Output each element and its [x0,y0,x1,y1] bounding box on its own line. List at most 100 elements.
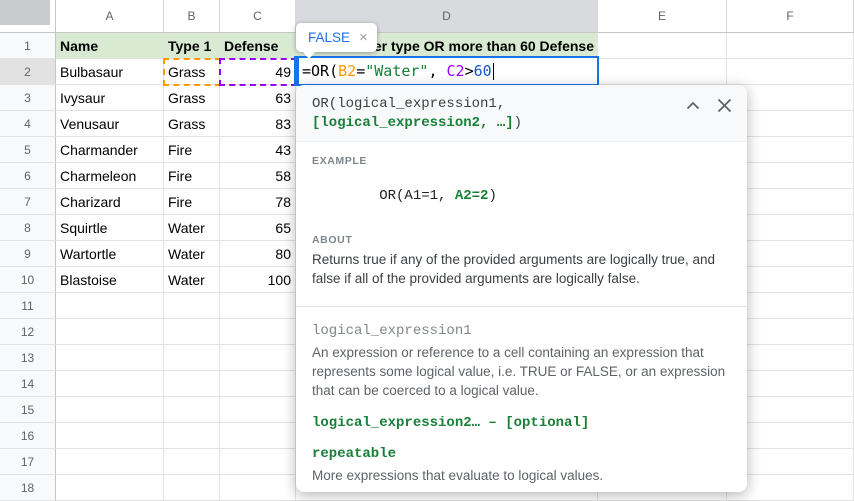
cell-A10[interactable]: Blastoise [56,267,164,293]
row-header-17[interactable]: 17 [0,449,56,475]
cell-A7[interactable]: Charizard [56,189,164,215]
row-header-7[interactable]: 7 [0,189,56,215]
select-all-corner[interactable] [0,0,56,33]
cell-C15[interactable] [220,397,296,423]
cell-A9[interactable]: Wartortle [56,241,164,267]
cell-C17[interactable] [220,449,296,475]
cell-B3[interactable]: Grass [164,85,220,111]
row-header-11[interactable]: 11 [0,293,56,319]
cell-B15[interactable] [164,397,220,423]
cell-C11[interactable] [220,293,296,319]
cell-F2[interactable] [727,59,854,85]
column-header-F[interactable]: F [727,0,854,33]
cell-A14[interactable] [56,371,164,397]
chevron-up-icon[interactable] [686,101,700,110]
cell-C13[interactable] [220,345,296,371]
cell-A13[interactable] [56,345,164,371]
cell-B11[interactable] [164,293,220,319]
formula-token-6: > [465,62,474,80]
cell-C8[interactable]: 65 [220,215,296,241]
cell-B13[interactable] [164,345,220,371]
cell-B1[interactable]: Type 1 [164,33,220,59]
cell-C10[interactable]: 100 [220,267,296,293]
cell-C14[interactable] [220,371,296,397]
row-header-4[interactable]: 4 [0,111,56,137]
signature-optional: [logical_expression2, …] [312,115,514,131]
cell-A4[interactable]: Venusaur [56,111,164,137]
column-header-E[interactable]: E [598,0,727,33]
cell-C3[interactable]: 63 [220,85,296,111]
cell-B7[interactable]: Fire [164,189,220,215]
column-header-B[interactable]: B [164,0,220,33]
cell-A12[interactable] [56,319,164,345]
row-header-10[interactable]: 10 [0,267,56,293]
close-icon[interactable] [717,98,732,113]
cell-A5[interactable]: Charmander [56,137,164,163]
cell-C6[interactable]: 58 [220,163,296,189]
formula-text: =OR(B2="Water", C2>60 [302,62,492,80]
cell-C9[interactable]: 80 [220,241,296,267]
cell-C5[interactable]: 43 [220,137,296,163]
cell-C16[interactable] [220,423,296,449]
cell-F1[interactable] [727,33,854,59]
row-header-3[interactable]: 3 [0,85,56,111]
cell-A18[interactable] [56,475,164,501]
about-label: ABOUT [312,234,731,246]
cell-A2[interactable]: Bulbasaur [56,59,164,85]
cell-A8[interactable]: Squirtle [56,215,164,241]
cell-A17[interactable] [56,449,164,475]
row-header-13[interactable]: 13 [0,345,56,371]
cell-B8[interactable]: Water [164,215,220,241]
row-header-16[interactable]: 16 [0,423,56,449]
cell-A11[interactable] [56,293,164,319]
result-value: FALSE [308,30,350,45]
cell-B4[interactable]: Grass [164,111,220,137]
cell-B12[interactable] [164,319,220,345]
cell-A15[interactable] [56,397,164,423]
cell-C12[interactable] [220,319,296,345]
example-suffix: ) [488,188,496,204]
row-header-5[interactable]: 5 [0,137,56,163]
cell-C4[interactable]: 83 [220,111,296,137]
column-header-A[interactable]: A [56,0,164,33]
parameter-name: logical_expression1 [312,323,731,339]
row-header-12[interactable]: 12 [0,319,56,345]
row-header-8[interactable]: 8 [0,215,56,241]
cell-B14[interactable] [164,371,220,397]
signature-prefix: OR(logical_expression1, [312,96,505,112]
row-header-14[interactable]: 14 [0,371,56,397]
row-header-15[interactable]: 15 [0,397,56,423]
spreadsheet: NameType 1DefenseWater type OR more than… [0,0,854,501]
cell-B10[interactable]: Water [164,267,220,293]
cell-B6[interactable]: Fire [164,163,220,189]
cell-B17[interactable] [164,449,220,475]
cell-B5[interactable]: Fire [164,137,220,163]
cell-A6[interactable]: Charmeleon [56,163,164,189]
tooltip-close-icon[interactable]: × [359,29,368,46]
column-header-C[interactable]: C [220,0,296,33]
row-header-18[interactable]: 18 [0,475,56,501]
cell-B9[interactable]: Water [164,241,220,267]
cell-editor-D2[interactable]: =OR(B2="Water", C2>60 [294,56,599,86]
row-header-2[interactable]: 2 [0,59,56,85]
example-highlight: A2=2 [455,188,489,204]
row-header-1[interactable]: 1 [0,33,56,59]
cell-A16[interactable] [56,423,164,449]
cell-C1[interactable]: Defense [220,33,296,59]
cell-A1[interactable]: Name [56,33,164,59]
formula-token-4: , [428,62,446,80]
cell-C2[interactable]: 49 [220,59,296,85]
row-header-9[interactable]: 9 [0,241,56,267]
cell-C18[interactable] [220,475,296,501]
select-all-block-icon [0,0,50,25]
divider [296,306,747,307]
row-header-6[interactable]: 6 [0,163,56,189]
cell-E2[interactable] [598,59,727,85]
cell-A3[interactable]: Ivysaur [56,85,164,111]
cell-E1[interactable] [598,33,727,59]
cell-C7[interactable]: 78 [220,189,296,215]
signature-suffix: ) [514,115,522,131]
cell-B16[interactable] [164,423,220,449]
cell-B2[interactable]: Grass [164,59,220,85]
cell-B18[interactable] [164,475,220,501]
